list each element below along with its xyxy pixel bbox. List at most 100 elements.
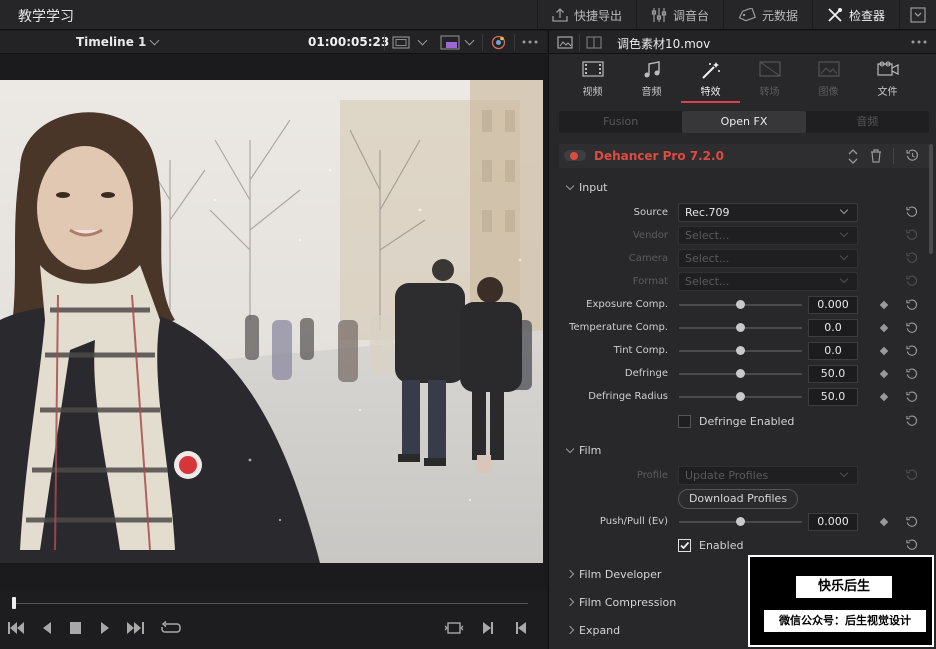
exposure-slider[interactable]: [679, 300, 802, 309]
tab-file[interactable]: 文件: [858, 55, 917, 103]
scrubber-track[interactable]: [14, 603, 528, 604]
metadata-button[interactable]: 元数据: [722, 0, 812, 30]
quick-export-button[interactable]: 快捷导出: [536, 0, 636, 30]
slider-knob[interactable]: [736, 369, 745, 378]
reset-icon[interactable]: [906, 391, 918, 403]
tab-effects[interactable]: 特效: [681, 55, 740, 103]
image-icon[interactable]: [557, 36, 573, 49]
reset-icon[interactable]: [906, 345, 918, 357]
defringe-radius-slider[interactable]: [679, 392, 802, 401]
section-film-developer[interactable]: Film Developer: [565, 568, 661, 581]
defringe-radius-value[interactable]: 50.0: [808, 388, 858, 406]
color-picker-icon[interactable]: [490, 34, 507, 51]
reset-icon[interactable]: [906, 206, 918, 218]
slider-knob[interactable]: [736, 323, 745, 332]
slider-knob[interactable]: [736, 346, 745, 355]
play-reverse-icon[interactable]: [41, 621, 53, 635]
trash-icon[interactable]: [870, 149, 882, 163]
tab-transition[interactable]: 转场: [740, 55, 799, 103]
slider-knob[interactable]: [736, 392, 745, 401]
exposure-value[interactable]: 0.000: [808, 296, 858, 314]
more-options-icon[interactable]: [522, 40, 538, 44]
section-expand[interactable]: Expand: [565, 624, 620, 637]
temperature-slider[interactable]: [679, 323, 802, 332]
profile-select[interactable]: Update Profiles: [678, 466, 858, 485]
subtab-openfx[interactable]: Open FX: [682, 111, 806, 133]
tab-transition-label: 转场: [759, 87, 780, 98]
reset-icon[interactable]: [906, 149, 919, 162]
reset-icon[interactable]: [906, 516, 918, 528]
defringe-enabled-checkbox[interactable]: [678, 415, 691, 428]
top-nav: 快捷导出 调音台 元数据 检查器: [536, 0, 936, 30]
chevron-right-icon: [565, 569, 575, 579]
section-input[interactable]: Input: [565, 181, 607, 194]
mixer-button[interactable]: 调音台: [635, 0, 723, 30]
push-pull-value[interactable]: 0.000: [808, 513, 858, 531]
tab-image[interactable]: 图像: [799, 55, 858, 103]
skip-to-end-icon[interactable]: [127, 621, 145, 635]
more-options-icon[interactable]: [911, 40, 927, 44]
tab-video[interactable]: 视频: [563, 55, 622, 103]
chevron-down-icon[interactable]: [464, 35, 475, 46]
reset-icon[interactable]: [906, 275, 918, 287]
collapse-button[interactable]: [899, 0, 936, 30]
reorder-icon[interactable]: [848, 149, 858, 164]
reset-icon[interactable]: [906, 415, 918, 427]
reset-icon[interactable]: [906, 252, 918, 264]
play-icon[interactable]: [99, 621, 111, 635]
enabled-checkbox[interactable]: [678, 539, 691, 552]
subtab-fusion[interactable]: Fusion: [559, 111, 682, 133]
defringe-label: Defringe: [624, 368, 668, 379]
slider-knob[interactable]: [736, 300, 745, 309]
scrollbar[interactable]: [929, 144, 933, 254]
quick-export-label: 快捷导出: [573, 8, 622, 23]
chevron-down-icon[interactable]: [417, 35, 428, 46]
temperature-value[interactable]: 0.0: [808, 319, 858, 337]
reset-icon[interactable]: [906, 322, 918, 334]
reset-icon[interactable]: [906, 539, 918, 551]
reset-icon[interactable]: [906, 469, 918, 481]
split-view-icon[interactable]: [586, 36, 602, 49]
download-profiles-button[interactable]: Download Profiles: [678, 489, 798, 509]
keyframe-icon[interactable]: [879, 517, 889, 527]
defringe-slider[interactable]: [679, 369, 802, 378]
reset-icon[interactable]: [906, 368, 918, 380]
keyframe-icon[interactable]: [879, 346, 889, 356]
camera-select[interactable]: Select...: [678, 249, 858, 268]
previous-frame-icon[interactable]: [514, 621, 528, 635]
push-pull-slider[interactable]: [679, 517, 802, 526]
chevron-down-icon[interactable]: [149, 35, 160, 46]
keyframe-icon[interactable]: [879, 392, 889, 402]
tint-slider[interactable]: [679, 346, 802, 355]
loop-icon[interactable]: [161, 621, 181, 636]
exposure-label: Exposure Comp.: [586, 299, 668, 310]
match-frame-icon[interactable]: [444, 621, 464, 635]
vendor-select[interactable]: Select...: [678, 226, 858, 245]
watermark: 快乐后生 微信公众号：后生视觉设计: [748, 555, 934, 647]
skip-to-start-icon[interactable]: [8, 621, 26, 635]
effect-enable-toggle[interactable]: [564, 150, 586, 161]
chevron-down-icon: [565, 444, 575, 454]
timeline-name[interactable]: Timeline 1: [76, 35, 146, 49]
stop-icon[interactable]: [69, 621, 82, 635]
defringe-value[interactable]: 50.0: [808, 365, 858, 383]
section-film-compression[interactable]: Film Compression: [565, 596, 676, 609]
section-film[interactable]: Film: [565, 444, 601, 457]
tab-audio[interactable]: 音频: [622, 55, 681, 103]
keyframe-icon[interactable]: [879, 369, 889, 379]
tint-value[interactable]: 0.0: [808, 342, 858, 360]
subtab-audio[interactable]: 音频: [806, 111, 929, 133]
music-note-icon: [644, 61, 660, 78]
source-select[interactable]: Rec.709: [678, 203, 858, 222]
format-select[interactable]: Select...: [678, 272, 858, 291]
keyframe-icon[interactable]: [879, 300, 889, 310]
next-frame-icon[interactable]: [481, 621, 495, 635]
keyframe-icon[interactable]: [879, 323, 889, 333]
viewer-mode-icon[interactable]: [392, 36, 410, 49]
slider-knob[interactable]: [736, 517, 745, 526]
playhead[interactable]: [12, 597, 16, 609]
inspector-button[interactable]: 检查器: [811, 0, 899, 30]
fx-overlay-icon[interactable]: [440, 35, 460, 50]
reset-icon[interactable]: [906, 299, 918, 311]
reset-icon[interactable]: [906, 229, 918, 241]
